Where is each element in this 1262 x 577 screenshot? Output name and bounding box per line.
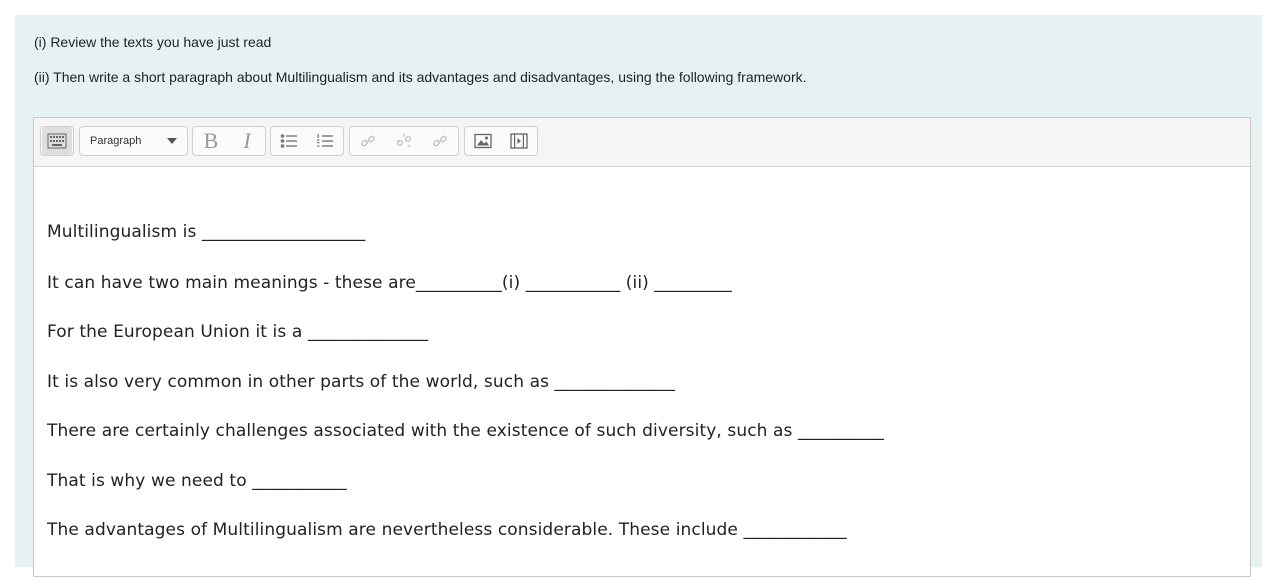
media-icon[interactable] (501, 127, 537, 155)
unordered-list-icon[interactable] (271, 127, 307, 155)
italic-label: I (243, 128, 251, 153)
framework-line: That is why we need to ___________ (47, 471, 347, 491)
link-icon[interactable] (350, 127, 386, 155)
framework-line: There are certainly challenges associate… (47, 421, 885, 441)
framework-line: The advantages of Multilingualism are ne… (47, 520, 847, 540)
ordered-list-icon[interactable] (307, 127, 343, 155)
framework-line: For the European Union it is a _________… (47, 322, 429, 342)
format-select-value: Paragraph (90, 135, 142, 147)
instruction-write: (ii) Then write a short paragraph about … (34, 69, 807, 85)
italic-button[interactable]: I (229, 127, 265, 155)
editor-toolbar: Paragraph B I (34, 118, 1250, 167)
unlink-icon[interactable] (386, 127, 422, 155)
rich-text-editor: Paragraph B I Multilingualism is _______… (33, 117, 1251, 577)
anchor-icon[interactable] (422, 127, 458, 155)
chevron-down-icon (167, 138, 177, 144)
instruction-review: (i) Review the texts you have just read (34, 34, 272, 50)
framework-line: Multilingualism is ___________________ (47, 222, 366, 242)
text-style-group: B I (192, 126, 266, 156)
link-group (349, 126, 459, 156)
question-panel: (i) Review the texts you have just read … (15, 15, 1262, 577)
keyboard-toggle-icon[interactable] (42, 127, 72, 155)
list-group (270, 126, 344, 156)
image-icon[interactable] (465, 127, 501, 155)
format-select[interactable]: Paragraph (79, 126, 188, 156)
framework-line: It is also very common in other parts of… (47, 372, 675, 392)
toolbar-toggle-group (40, 126, 74, 156)
bold-label: B (203, 128, 219, 153)
media-group (464, 126, 538, 156)
bold-button[interactable]: B (193, 127, 229, 155)
framework-line: It can have two main meanings - these ar… (47, 273, 732, 293)
